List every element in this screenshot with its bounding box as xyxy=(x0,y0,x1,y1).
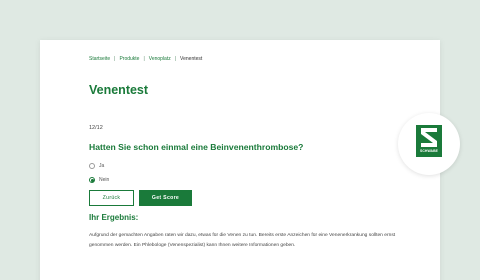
result-text: Aufgrund der gemachten Angaben raten wir… xyxy=(89,233,396,248)
logo-wordmark: SCHWABE xyxy=(419,149,439,153)
page-title: Venentest xyxy=(89,83,149,97)
back-button[interactable]: Zurück xyxy=(89,190,134,206)
breadcrumb-separator: | xyxy=(143,56,145,62)
option-ja-label: Ja xyxy=(99,163,105,169)
content-card: Startseite | Produkte | Venoplatz | Venentest … xyxy=(40,40,440,280)
breadcrumb-link-products[interactable]: Produkte xyxy=(119,56,139,62)
radio-nein[interactable] xyxy=(89,177,95,183)
option-nein[interactable]: Nein xyxy=(89,177,109,183)
question-text: Hatten Sie schon einmal eine Beinvenenth… xyxy=(89,142,304,152)
breadcrumb-separator: | xyxy=(174,56,177,62)
result-title: Ihr Ergebnis: xyxy=(89,213,139,222)
get-score-button[interactable]: Get Score xyxy=(139,190,192,206)
schwabe-logo: SCHWABE xyxy=(416,125,442,157)
breadcrumb-link-home[interactable]: Startseite xyxy=(89,56,110,62)
breadcrumb: Startseite | Produkte | Venoplatz | Venentest xyxy=(89,56,202,62)
radio-ja[interactable] xyxy=(89,163,95,169)
question-counter: 12/12 xyxy=(89,125,103,131)
breadcrumb-separator: | xyxy=(114,56,116,62)
option-ja[interactable]: Ja xyxy=(89,163,104,169)
s-logo-icon xyxy=(421,128,437,147)
option-nein-label: Nein xyxy=(99,177,110,183)
breadcrumb-link-venoplatz[interactable]: Venoplatz xyxy=(149,56,171,62)
breadcrumb-current: Venentest xyxy=(180,56,203,62)
